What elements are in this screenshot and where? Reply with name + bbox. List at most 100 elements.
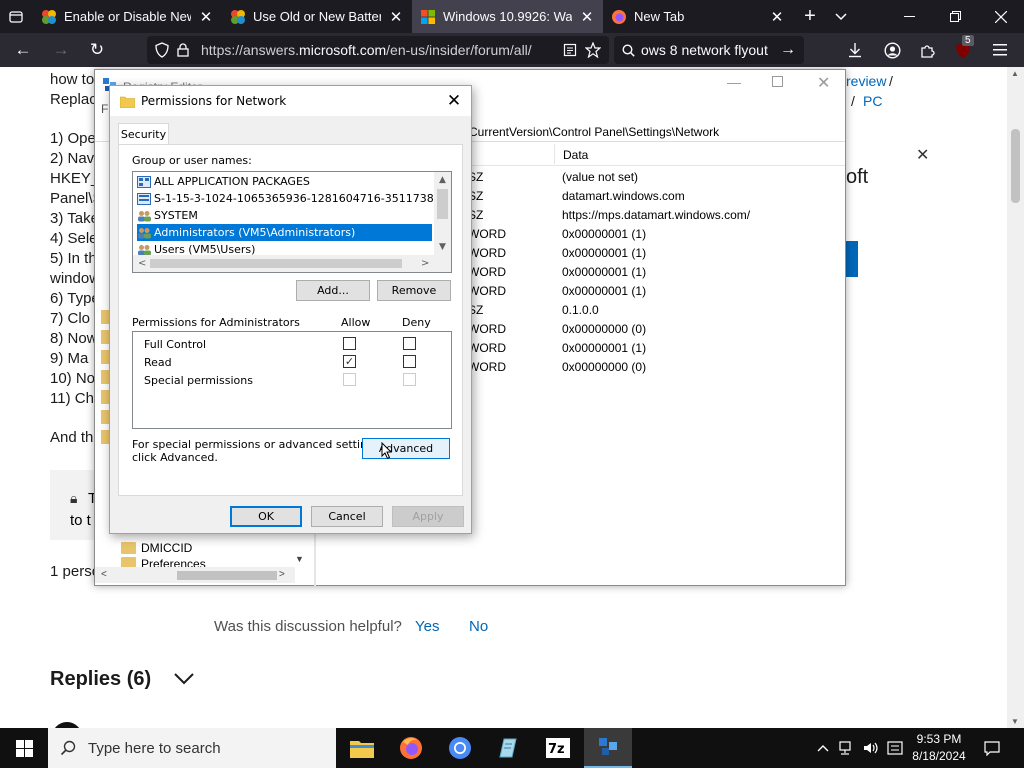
promo-close-icon[interactable]: ✕ [916, 145, 929, 165]
group-user-listbox[interactable]: ALL APPLICATION PACKAGES S-1-15-3-1024-1… [132, 171, 452, 273]
notifications-icon[interactable] [980, 728, 1004, 768]
windows-taskbar: Type here to search 7z 9:53 PM 8/18/2024 [0, 728, 1024, 768]
scroll-down-arrow-icon[interactable]: ▼ [1011, 717, 1019, 726]
helpful-no-link[interactable]: No [469, 618, 488, 635]
browser-tab-1[interactable]: Enable or Disable New Cl ✕ [33, 0, 222, 33]
close-tab-icon[interactable]: ✕ [579, 8, 595, 26]
ublock-extension-icon[interactable]: 5 [948, 33, 978, 67]
search-go-arrow-icon[interactable]: → [780, 41, 796, 59]
close-tab-icon[interactable]: ✕ [769, 8, 785, 26]
listbox-vscrollbar[interactable]: ▲ ▼ [434, 172, 451, 256]
breadcrumb-link[interactable]: review [846, 73, 886, 89]
taskbar-search-box[interactable]: Type here to search [48, 728, 336, 768]
regedit-tree-item[interactable]: DMICCID [121, 539, 192, 557]
deny-read-checkbox[interactable] [403, 355, 416, 368]
regedit-maximize-icon[interactable] [772, 76, 783, 87]
tree-scroll-right-icon[interactable]: > [279, 569, 285, 580]
regedit-close-icon[interactable]: ✕ [817, 73, 830, 93]
taskbar-clock[interactable]: 9:53 PM 8/18/2024 [906, 731, 972, 765]
list-tabs-chevron-icon[interactable] [830, 0, 852, 33]
cancel-button[interactable]: Cancel [311, 506, 383, 527]
tree-hscroll-thumb[interactable] [177, 571, 277, 580]
tree-scroll-left-icon[interactable]: < [101, 569, 107, 580]
page-scroll-thumb[interactable] [1011, 129, 1020, 203]
language-icon[interactable] [884, 728, 906, 768]
scroll-up-arrow-icon[interactable]: ▲ [439, 175, 446, 185]
article-line: 10) No [50, 370, 96, 387]
search-query[interactable]: ows 8 network flyout [641, 42, 774, 58]
regedit-minimize-icon[interactable]: — [727, 74, 741, 90]
back-icon[interactable]: ← [8, 33, 38, 67]
tab-security[interactable]: Security [118, 123, 169, 145]
firefox-app-icon[interactable] [387, 728, 435, 768]
close-tab-icon[interactable]: ✕ [198, 8, 214, 26]
chromium-app-icon[interactable] [436, 728, 484, 768]
value-data: datamart.windows.com [562, 189, 685, 203]
close-tab-icon[interactable]: ✕ [388, 8, 404, 26]
regedit-address-text[interactable]: CurrentVersion\Control Panel\Settings\Ne… [469, 125, 719, 139]
file-explorer-app-icon[interactable] [338, 728, 386, 768]
scroll-up-arrow-icon[interactable]: ▲ [1011, 69, 1019, 78]
tab-list-icon[interactable] [4, 0, 28, 33]
helpful-yes-link[interactable]: Yes [415, 618, 439, 635]
bookmark-star-icon[interactable] [585, 42, 601, 58]
start-button[interactable] [0, 728, 48, 768]
restore-icon[interactable] [938, 0, 972, 33]
network-icon[interactable] [836, 728, 858, 768]
regedit-col-divider[interactable] [554, 144, 555, 164]
dialog-close-icon[interactable]: ✕ [443, 90, 465, 112]
lock-icon[interactable] [177, 43, 189, 57]
search-box[interactable]: ows 8 network flyout → [614, 36, 804, 64]
url-bar[interactable]: https://answers.microsoft.com/en-us/insi… [147, 36, 609, 64]
listbox-vscroll-thumb[interactable] [437, 189, 448, 219]
7zip-app-icon[interactable]: 7z [534, 728, 582, 768]
list-item-user-selected[interactable]: Administrators (VM5\Administrators) [137, 224, 432, 241]
notepad-app-icon[interactable] [485, 728, 533, 768]
replies-expand-chevron-icon[interactable] [174, 672, 194, 690]
scroll-down-arrow-icon[interactable]: ▼ [439, 242, 446, 252]
ok-button[interactable]: OK [230, 506, 302, 527]
tree-scroll-down-icon[interactable]: ▼ [295, 554, 304, 564]
allow-full-control-checkbox[interactable] [343, 337, 356, 350]
page-scrollbar[interactable]: ▲ ▼ [1007, 67, 1024, 728]
tree-hscrollbar[interactable]: < > [95, 567, 295, 583]
regedit-col-data[interactable]: Data [563, 148, 588, 162]
list-item-user[interactable]: SYSTEM [137, 207, 432, 224]
breadcrumb-link[interactable]: PC [863, 93, 882, 109]
registry-editor-app-icon[interactable] [584, 728, 632, 768]
listbox-hscroll-thumb[interactable] [150, 259, 402, 268]
advanced-button[interactable]: Advanced [362, 438, 450, 459]
close-window-icon[interactable] [984, 0, 1018, 33]
promo-button[interactable] [845, 241, 858, 277]
add-button[interactable]: Add... [296, 280, 370, 301]
reload-icon[interactable]: ↻ [82, 33, 112, 67]
folder-icon [121, 557, 136, 567]
forward-icon[interactable]: → [46, 33, 76, 67]
browser-tab-3-active[interactable]: Windows 10.9926: Way fo ✕ [412, 0, 603, 33]
new-tab-plus-icon[interactable]: + [798, 0, 822, 33]
list-item-user[interactable]: S-1-15-3-1024-1065365936-1281604716-3511… [137, 190, 451, 207]
browser-tab-2[interactable]: Use Old or New Battery F ✕ [222, 0, 412, 33]
allow-read-checkbox[interactable]: ✓ [343, 355, 356, 368]
minimize-icon[interactable] [892, 0, 926, 33]
shield-icon[interactable] [155, 42, 169, 58]
deny-full-control-checkbox[interactable] [403, 337, 416, 350]
volume-icon[interactable] [860, 728, 882, 768]
browser-tab-4[interactable]: New Tab ✕ [603, 0, 793, 33]
listbox-hscrollbar[interactable]: < > [133, 255, 451, 272]
reader-view-icon[interactable] [563, 43, 577, 57]
taskbar-search-placeholder[interactable]: Type here to search [88, 740, 221, 757]
locked-notice-text-2: to t [70, 512, 91, 529]
url-text[interactable]: https://answers.microsoft.com/en-us/insi… [201, 42, 555, 58]
scroll-left-arrow-icon[interactable]: < [138, 258, 146, 269]
extensions-puzzle-icon[interactable] [913, 33, 943, 67]
account-icon[interactable] [877, 33, 907, 67]
value-data: (value not set) [562, 170, 639, 184]
tray-overflow-chevron-icon[interactable] [813, 728, 833, 768]
downloads-icon[interactable] [840, 33, 870, 67]
hamburger-menu-icon[interactable] [985, 33, 1015, 67]
remove-button[interactable]: Remove [377, 280, 451, 301]
scroll-right-arrow-icon[interactable]: > [421, 258, 429, 269]
list-item-user[interactable]: ALL APPLICATION PACKAGES [137, 173, 432, 190]
regedit-tree-item[interactable]: Preferences [121, 557, 206, 567]
